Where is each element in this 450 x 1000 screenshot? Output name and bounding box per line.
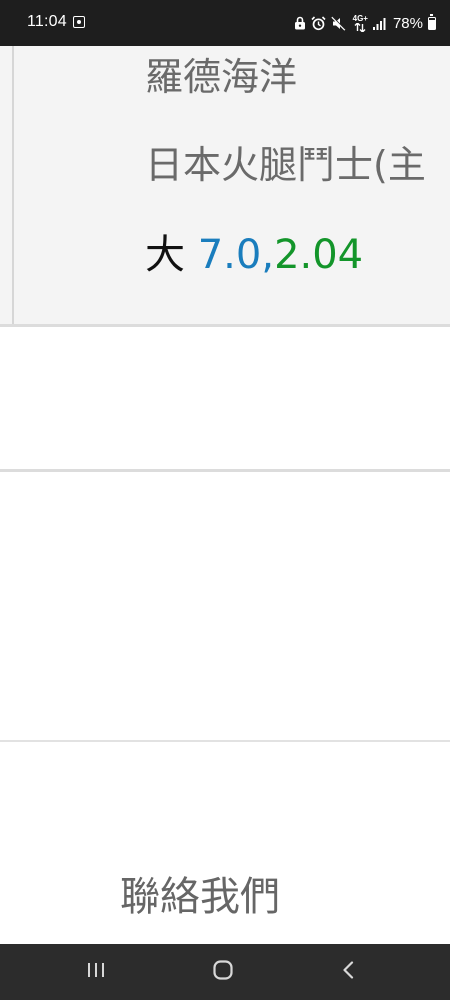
home-icon — [213, 960, 233, 984]
contact-us-link[interactable]: 聯絡我們 — [120, 864, 280, 922]
screen: 11:04 4G+ 78% 羅德海洋 日本火腿鬥士(主 大 7.0,2.04 聯… — [0, 0, 450, 1000]
list-item[interactable] — [0, 327, 450, 469]
lock-icon — [294, 16, 306, 30]
notification-icon — [73, 16, 85, 28]
stat-size-label: 大 — [145, 232, 185, 278]
status-icons: 4G+ 78% — [294, 12, 436, 34]
status-time: 11:04 — [27, 13, 67, 30]
battery-percent: 78% — [392, 14, 423, 32]
stat-value-a: 7.0 — [197, 232, 262, 278]
signal-icon — [372, 17, 386, 30]
player-team: 日本火腿鬥士(主 — [145, 143, 426, 187]
network-label: 4G+ — [352, 13, 368, 23]
alarm-icon — [311, 15, 326, 31]
home-button[interactable] — [183, 944, 263, 1000]
mute-icon — [330, 15, 346, 31]
recents-icon — [87, 962, 105, 982]
back-button[interactable] — [308, 944, 388, 1000]
battery-icon — [428, 13, 436, 30]
back-icon — [341, 961, 355, 983]
player-stats: 大 7.0,2.04 — [145, 222, 363, 280]
stat-value-b: 2.04 — [274, 232, 364, 278]
card-left-border — [12, 46, 14, 324]
recents-button[interactable] — [56, 944, 136, 1000]
divider — [0, 740, 450, 742]
network-icon: 4G+ — [352, 13, 368, 32]
player-name: 羅德海洋 — [145, 55, 298, 99]
player-card[interactable]: 羅德海洋 日本火腿鬥士(主 大 7.0,2.04 — [0, 46, 450, 324]
navigation-bar — [0, 944, 450, 1000]
stat-separator: , — [261, 232, 275, 278]
status-bar: 11:04 4G+ 78% — [0, 0, 450, 46]
list-item[interactable] — [0, 472, 450, 740]
